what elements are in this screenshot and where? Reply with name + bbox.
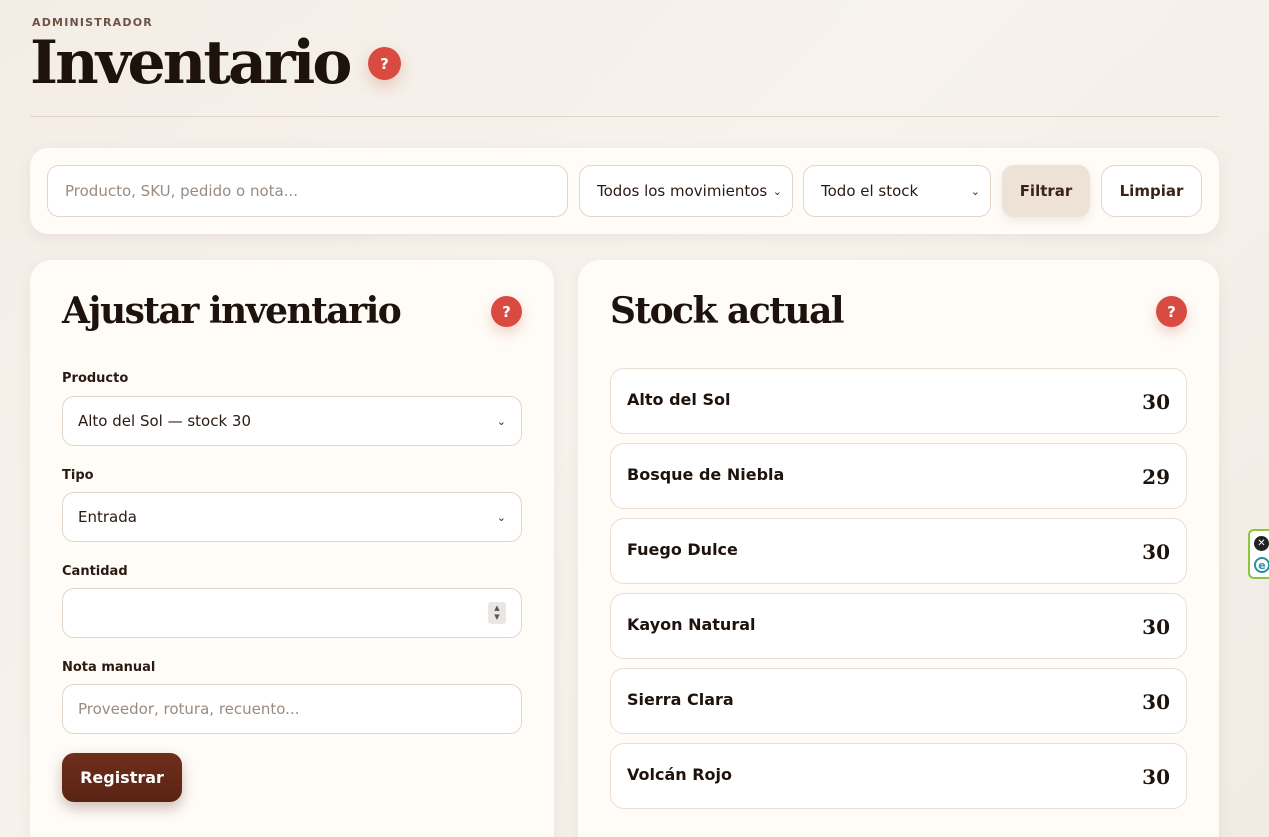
stock-row[interactable]: Fuego Dulce 30 — [610, 518, 1187, 584]
close-icon[interactable]: ✕ — [1254, 536, 1269, 551]
note-placeholder: Proveedor, rotura, recuento... — [78, 700, 300, 718]
chevron-down-icon: ⌄ — [496, 510, 506, 524]
current-stock-title: Stock actual — [610, 290, 845, 332]
header-divider — [30, 116, 1219, 117]
help-icon[interactable]: ? — [1156, 296, 1187, 327]
stock-row[interactable]: Volcán Rojo 30 — [610, 743, 1187, 809]
stock-qty: 30 — [1142, 615, 1170, 639]
type-label: Tipo — [62, 468, 94, 483]
note-label: Nota manual — [62, 660, 156, 675]
extension-e-icon[interactable]: e — [1254, 557, 1269, 573]
help-icon[interactable]: ? — [368, 47, 401, 80]
stock-qty: 30 — [1142, 765, 1170, 789]
type-select-value: Entrada — [78, 508, 137, 526]
adjust-inventory-title: Ajustar inventario — [62, 290, 402, 332]
stock-qty: 30 — [1142, 390, 1170, 414]
chevron-up-icon[interactable]: ▲ — [494, 604, 499, 613]
search-input[interactable]: Producto, SKU, pedido o nota... — [47, 165, 568, 217]
type-select[interactable]: Entrada ⌄ — [62, 492, 522, 542]
chevron-down-icon: ⌄ — [970, 184, 980, 198]
chevron-down-icon: ⌄ — [496, 414, 506, 428]
register-button[interactable]: Registrar — [62, 753, 182, 802]
chevron-down-icon: ⌄ — [772, 184, 782, 198]
help-icon[interactable]: ? — [491, 296, 522, 327]
stock-select[interactable]: Todo el stock ⌄ — [803, 165, 991, 217]
stock-select-value: Todo el stock — [821, 182, 919, 200]
adjust-inventory-card: Ajustar inventario ? Producto Alto del S… — [30, 260, 554, 837]
clear-button[interactable]: Limpiar — [1101, 165, 1202, 217]
quantity-label: Cantidad — [62, 564, 128, 579]
stock-row[interactable]: Alto del Sol 30 — [610, 368, 1187, 434]
product-select-value: Alto del Sol — stock 30 — [78, 412, 252, 430]
stock-name: Kayon Natural — [627, 614, 756, 634]
product-select[interactable]: Alto del Sol — stock 30 ⌄ — [62, 396, 522, 446]
stock-row[interactable]: Kayon Natural 30 — [610, 593, 1187, 659]
chevron-down-icon[interactable]: ▼ — [494, 613, 499, 622]
filter-bar: Producto, SKU, pedido o nota... Todos lo… — [30, 148, 1219, 234]
page-title: Inventario — [30, 28, 352, 98]
stock-name: Volcán Rojo — [627, 764, 733, 784]
note-input[interactable]: Proveedor, rotura, recuento... — [62, 684, 522, 734]
quantity-stepper[interactable]: ▲ ▼ — [488, 602, 506, 624]
stock-list: Alto del Sol 30 Bosque de Niebla 29 Fueg… — [610, 368, 1187, 818]
stock-name: Alto del Sol — [627, 389, 731, 409]
stock-row[interactable]: Sierra Clara 30 — [610, 668, 1187, 734]
product-label: Producto — [62, 371, 129, 386]
stock-qty: 29 — [1142, 465, 1170, 489]
stock-name: Bosque de Niebla — [627, 464, 785, 484]
stock-row[interactable]: Bosque de Niebla 29 — [610, 443, 1187, 509]
movements-select-value: Todos los movimientos — [597, 182, 768, 200]
quantity-input[interactable]: ▲ ▼ — [62, 588, 522, 638]
filter-button[interactable]: Filtrar — [1002, 165, 1090, 217]
stock-name: Fuego Dulce — [627, 539, 738, 559]
search-placeholder: Producto, SKU, pedido o nota... — [65, 182, 299, 200]
stock-name: Sierra Clara — [627, 689, 734, 709]
extension-widget: ✕ e — [1248, 529, 1269, 579]
movements-select[interactable]: Todos los movimientos ⌄ — [579, 165, 793, 217]
stock-qty: 30 — [1142, 540, 1170, 564]
current-stock-card: Stock actual ? Alto del Sol 30 Bosque de… — [578, 260, 1219, 837]
stock-qty: 30 — [1142, 690, 1170, 714]
